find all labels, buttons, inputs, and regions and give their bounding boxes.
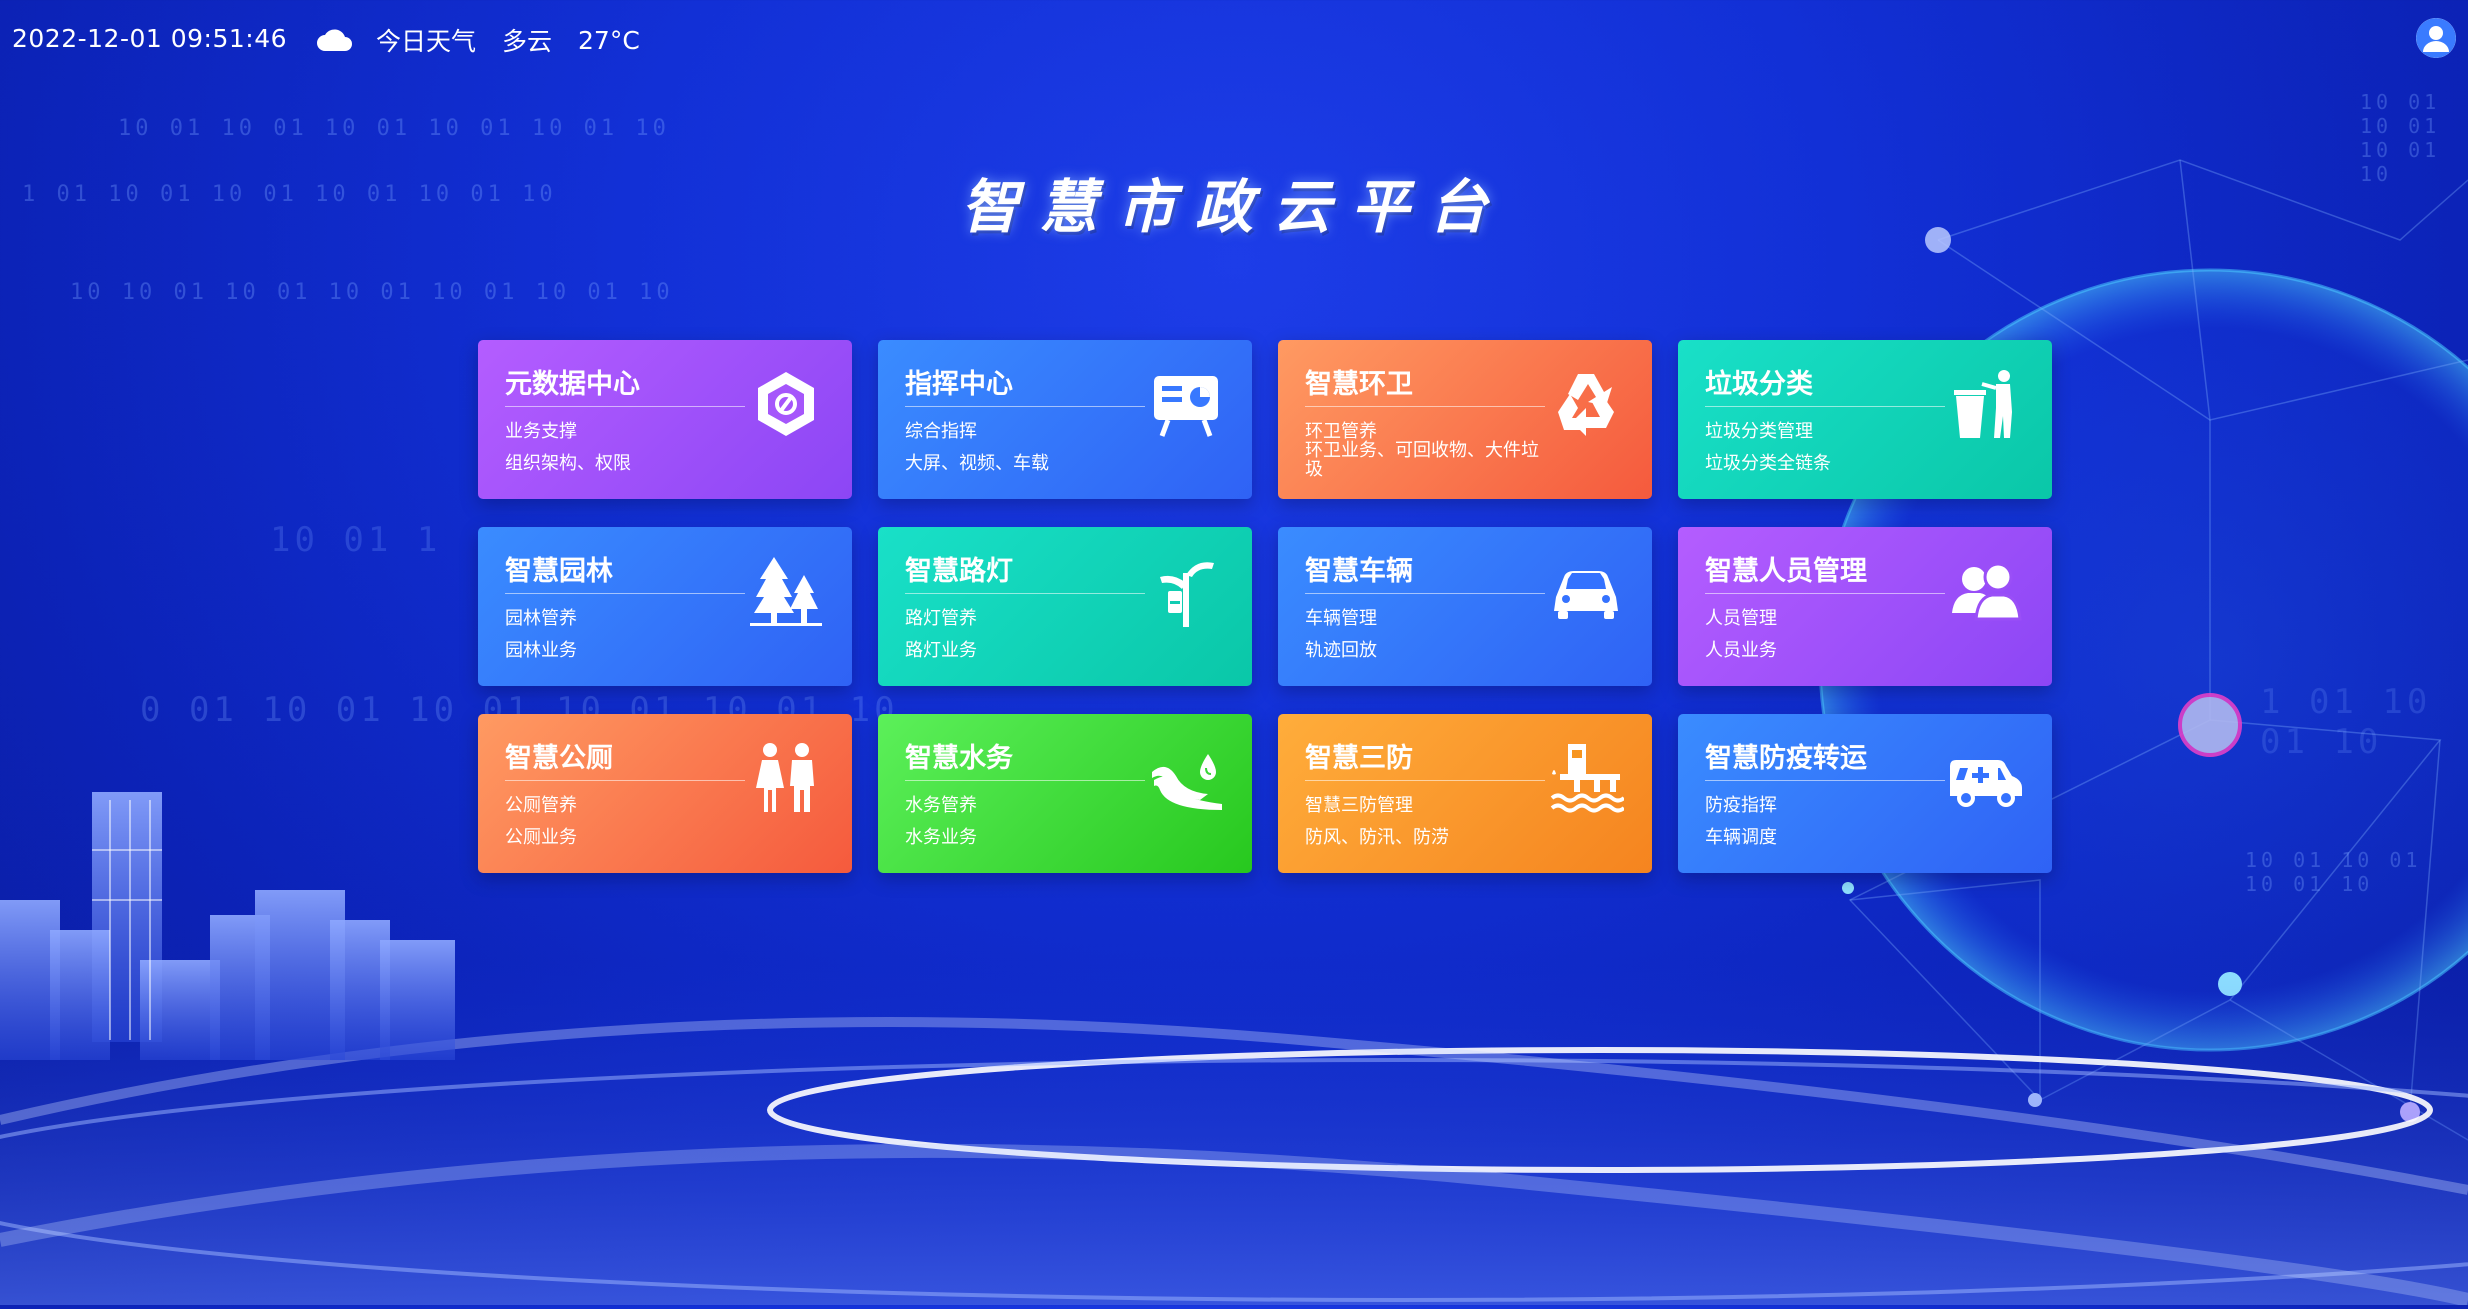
card-smart-three-defenses[interactable]: 智慧三防 智慧三防管理 防风、防汛、防涝 — [1278, 714, 1652, 873]
card-smart-water[interactable]: 智慧水务 水务管养 水务业务 — [878, 714, 1252, 873]
card-subtitle: 路灯管养 — [905, 608, 977, 629]
card-epidemic-transport[interactable]: 智慧防疫转运 防疫指挥 车辆调度 — [1678, 714, 2052, 873]
card-subtitle: 综合指挥 — [905, 421, 977, 442]
card-subtitle: 垃圾分类全链条 — [1705, 453, 1831, 474]
weather-condition: 多云 — [502, 27, 553, 56]
presentation-board-icon — [1154, 376, 1218, 437]
card-title: 智慧公厕 — [505, 743, 613, 774]
card-smart-sanitation[interactable]: 智慧环卫 环卫管养 环卫业务、可回收物、大件垃圾 — [1278, 340, 1652, 499]
card-subtitle: 公厕管养 — [505, 795, 577, 816]
card-divider — [1305, 780, 1545, 781]
binary-decoration: 10 10 01 10 01 10 01 10 01 10 01 10 — [70, 280, 674, 305]
card-subtitle: 水务业务 — [905, 827, 977, 848]
binary-decoration: 1 01 10 01 10 — [2260, 682, 2432, 762]
card-subtitle: 公厕业务 — [505, 827, 577, 848]
card-title: 垃圾分类 — [1705, 369, 1813, 400]
card-title: 元数据中心 — [505, 369, 640, 400]
card-subtitle: 园林业务 — [505, 640, 577, 661]
binary-decoration: 10 01 10 01 10 01 10 — [2245, 848, 2422, 896]
card-smart-streetlights[interactable]: 智慧路灯 路灯管养 路灯业务 — [878, 527, 1252, 686]
module-grid: 元数据中心 业务支撑 组织架构、权限 指挥中心 综合指挥 大屏、视频、车载 智慧… — [478, 340, 2052, 874]
car-icon — [1554, 571, 1618, 619]
card-divider — [505, 406, 745, 407]
card-title: 智慧三防 — [1305, 743, 1413, 774]
card-divider — [905, 780, 1145, 781]
current-datetime: 2022-12-01 09:51:46 — [12, 24, 288, 53]
card-title: 智慧环卫 — [1305, 369, 1413, 400]
card-subtitle: 车辆调度 — [1705, 827, 1777, 848]
card-subtitle: 组织架构、权限 — [505, 453, 631, 474]
card-smart-gardens[interactable]: 智慧园林 园林管养 园林业务 — [478, 527, 852, 686]
card-divider — [905, 593, 1145, 594]
recycle-icon — [1558, 374, 1614, 436]
card-title: 智慧水务 — [905, 743, 1013, 774]
card-divider — [1705, 780, 1945, 781]
people-icon — [1952, 562, 2022, 621]
card-divider — [505, 593, 745, 594]
card-subtitle: 车辆管理 — [1305, 608, 1377, 629]
card-smart-personnel[interactable]: 智慧人员管理 人员管理 人员业务 — [1678, 527, 2052, 686]
data-cube-icon — [758, 372, 814, 436]
card-subtitle: 智慧三防管理 — [1305, 795, 1413, 816]
card-title: 智慧人员管理 — [1705, 556, 1867, 587]
city-skyline — [0, 792, 455, 1060]
card-divider — [1705, 593, 1945, 594]
card-subtitle: 垃圾分类管理 — [1705, 421, 1813, 442]
top-bar: 2022-12-01 09:51:46 今日天气 多云 27°C — [0, 0, 2468, 80]
cloud-icon — [317, 29, 352, 51]
card-subtitle: 水务管养 — [905, 795, 977, 816]
trees-icon — [750, 557, 822, 626]
page-title: 智慧市政云平台 — [960, 173, 1507, 241]
card-subtitle: 轨迹回放 — [1305, 640, 1377, 661]
card-title: 智慧车辆 — [1305, 556, 1413, 587]
card-title: 智慧防疫转运 — [1705, 743, 1867, 774]
card-subtitle: 环卫管养 — [1305, 421, 1377, 442]
card-subtitle: 环卫业务、可回收物、大件垃圾 — [1305, 440, 1539, 480]
binary-decoration: 10 01 10 01 10 01 10 01 10 01 10 — [118, 116, 670, 141]
card-subtitle: 防疫指挥 — [1705, 795, 1777, 816]
card-subtitle: 人员业务 — [1705, 640, 1777, 661]
card-divider — [1305, 406, 1545, 407]
card-subtitle: 防风、防汛、防涝 — [1305, 827, 1449, 848]
ambulance-icon — [1950, 760, 2022, 807]
restroom-icon — [756, 743, 814, 812]
card-divider — [1305, 593, 1545, 594]
user-icon — [2416, 18, 2456, 58]
weather-label: 今日天气 — [376, 27, 477, 56]
card-divider — [905, 406, 1145, 407]
card-title: 智慧园林 — [505, 556, 613, 587]
card-command-center[interactable]: 指挥中心 综合指挥 大屏、视频、车载 — [878, 340, 1252, 499]
card-smart-restrooms[interactable]: 智慧公厕 公厕管养 公厕业务 — [478, 714, 852, 873]
flood-control-icon — [1550, 744, 1624, 813]
card-subtitle: 路灯业务 — [905, 640, 977, 661]
card-subtitle: 大屏、视频、车载 — [905, 453, 1049, 474]
card-metadata-center[interactable]: 元数据中心 业务支撑 组织架构、权限 — [478, 340, 852, 499]
card-subtitle: 园林管养 — [505, 608, 577, 629]
card-title: 智慧路灯 — [905, 556, 1013, 587]
user-avatar[interactable] — [2416, 18, 2456, 58]
card-subtitle: 业务支撑 — [505, 421, 577, 442]
card-smart-vehicles[interactable]: 智慧车辆 车辆管理 轨迹回放 — [1278, 527, 1652, 686]
street-lamp-icon — [1160, 562, 1214, 627]
card-divider — [1705, 406, 1945, 407]
card-garbage-sorting[interactable]: 垃圾分类 垃圾分类管理 垃圾分类全链条 — [1678, 340, 2052, 499]
binary-decoration: 10 01 1 — [270, 520, 442, 560]
card-divider — [505, 780, 745, 781]
trash-bin-icon — [1954, 370, 2012, 438]
weather-temperature: 27°C — [578, 25, 640, 55]
weather-info: 今日天气 多云 27°C — [316, 22, 666, 58]
card-title: 指挥中心 — [905, 369, 1013, 400]
water-drop-icon — [1152, 754, 1222, 810]
card-subtitle: 人员管理 — [1705, 608, 1777, 629]
